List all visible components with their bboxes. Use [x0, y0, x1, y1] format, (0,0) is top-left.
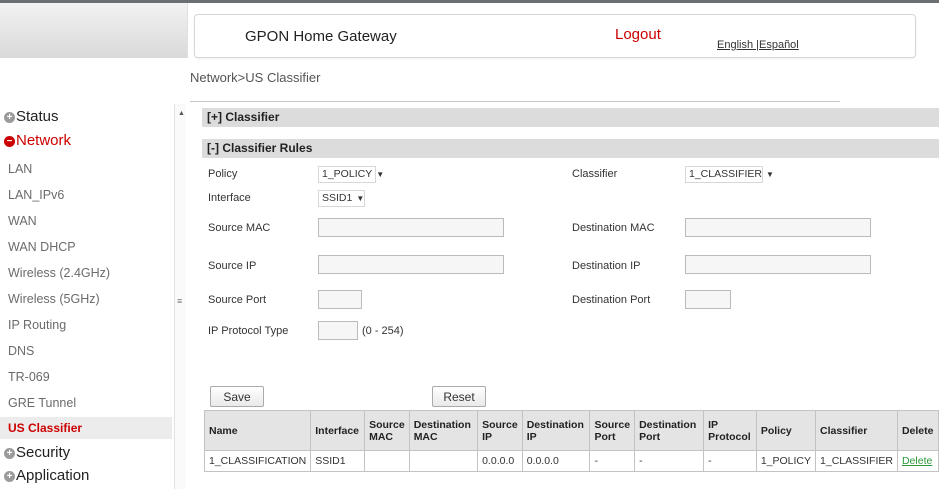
sidebar-item-gre-tunnel[interactable]: GRE Tunnel — [8, 396, 76, 410]
classifier-rules-section-toggle[interactable]: [-] Classifier Rules — [202, 139, 939, 158]
cell-classifier: 1_CLASSIFIER — [815, 450, 898, 472]
sidebar-item-status[interactable]: + Status — [4, 108, 59, 125]
app-title: GPON Home Gateway — [245, 28, 397, 45]
cell-destination-ip: 0.0.0.0 — [521, 450, 591, 472]
sidebar-item-lan-ipv6[interactable]: LAN_IPv6 — [8, 188, 64, 202]
destination-mac-input[interactable] — [685, 218, 871, 237]
column-header: Classifier — [815, 410, 898, 451]
sidebar-item-network[interactable]: − Network — [4, 132, 71, 149]
scroll-up-icon[interactable]: ▲ — [178, 110, 185, 117]
column-header: Policy — [755, 410, 817, 451]
sidebar-item-wan[interactable]: WAN — [8, 214, 37, 228]
chevron-down-icon: ▼ — [765, 170, 774, 179]
policy-select[interactable]: 1_POLICY ▼ — [318, 166, 384, 183]
destination-ip-input[interactable] — [685, 255, 871, 274]
chevron-down-icon: ▼ — [376, 170, 385, 179]
column-header: IP Protocol — [703, 410, 757, 451]
table-header-row: Name Interface Source MAC Destination MA… — [203, 410, 939, 451]
column-header: Destination MAC — [408, 410, 479, 451]
reset-button[interactable]: Reset — [432, 386, 486, 407]
cell-source-mac — [364, 450, 410, 472]
interface-label: Interface — [208, 192, 251, 204]
sidebar-item-application[interactable]: + Application — [4, 467, 89, 484]
expand-icon: + — [4, 448, 15, 459]
column-header: Interface — [310, 410, 366, 451]
header-bar: GPON Home Gateway Logout English |Españo… — [194, 14, 916, 58]
cell-destination-mac — [408, 450, 479, 472]
expand-icon: + — [4, 471, 15, 482]
destination-ip-label: Destination IP — [572, 260, 641, 272]
source-port-input[interactable] — [318, 290, 362, 309]
source-mac-label: Source MAC — [208, 222, 271, 234]
column-header: Destination IP — [521, 410, 591, 451]
logout-link[interactable]: Logout — [615, 26, 661, 43]
cell-destination-port: - — [634, 450, 705, 472]
ip-protocol-label: IP Protocol Type — [208, 325, 289, 337]
sidebar-item-lan[interactable]: LAN — [8, 162, 32, 176]
collapse-icon: − — [4, 136, 15, 147]
source-port-label: Source Port — [208, 294, 267, 306]
cell-source-port: - — [589, 450, 636, 472]
destination-port-label: Destination Port — [572, 294, 651, 306]
sidebar-item-wan-dhcp[interactable]: WAN DHCP — [8, 240, 76, 254]
ip-protocol-hint: (0 - 254) — [362, 325, 404, 337]
delete-link[interactable]: Delete — [896, 450, 939, 472]
classifier-rules-table: Name Interface Source MAC Destination MA… — [203, 410, 939, 472]
table-row: 1_CLASSIFICATION SSID1 0.0.0.0 0.0.0.0 -… — [203, 450, 939, 472]
classifier-label: Classifier — [572, 168, 618, 180]
sidebar-item-tr069[interactable]: TR-069 — [8, 370, 50, 384]
column-header: Source MAC — [364, 410, 410, 451]
sidebar-item-dns[interactable]: DNS — [8, 344, 34, 358]
source-ip-input[interactable] — [318, 255, 504, 274]
chevron-down-icon: ▼ — [356, 194, 365, 203]
column-header: Name — [203, 410, 312, 451]
classifier-select[interactable]: 1_CLASSIFIER ▼ — [685, 166, 774, 183]
sidebar-item-ip-routing[interactable]: IP Routing — [8, 318, 66, 332]
sidebar-item-wireless-24[interactable]: Wireless (2.4GHz) — [8, 266, 110, 280]
column-header: Source Port — [589, 410, 636, 451]
breadcrumb-divider — [190, 101, 840, 102]
column-header: Source IP — [477, 410, 523, 451]
cell-interface: SSID1 — [310, 450, 366, 472]
sidebar-item-security[interactable]: + Security — [4, 444, 70, 461]
policy-label: Policy — [208, 168, 238, 180]
cell-source-ip: 0.0.0.0 — [477, 450, 523, 472]
destination-mac-label: Destination MAC — [572, 222, 655, 234]
expand-icon: + — [4, 112, 15, 123]
language-switch[interactable]: English |Español — [717, 39, 799, 51]
breadcrumb: Network>US Classifier — [190, 70, 321, 85]
sidebar-scrollbar[interactable]: ▲ ≡ — [174, 104, 186, 489]
sidebar-item-wireless-5[interactable]: Wireless (5GHz) — [8, 292, 100, 306]
source-mac-input[interactable] — [318, 218, 504, 237]
scroll-grip-icon[interactable]: ≡ — [177, 296, 182, 306]
save-button[interactable]: Save — [210, 386, 264, 407]
ip-protocol-input[interactable] — [318, 321, 358, 340]
cell-name: 1_CLASSIFICATION — [203, 450, 312, 472]
column-header: Destination Port — [634, 410, 705, 451]
destination-port-input[interactable] — [685, 290, 731, 309]
classifier-section-toggle[interactable]: [+] Classifier — [202, 108, 939, 127]
cell-policy: 1_POLICY — [755, 450, 817, 472]
interface-select[interactable]: SSID1 ▼ — [318, 190, 365, 207]
source-ip-label: Source IP — [208, 260, 257, 272]
sidebar-header — [0, 3, 188, 58]
sidebar-item-us-classifier[interactable]: US Classifier — [8, 421, 82, 435]
column-header: Delete — [896, 410, 939, 451]
cell-ip-protocol: - — [703, 450, 757, 472]
